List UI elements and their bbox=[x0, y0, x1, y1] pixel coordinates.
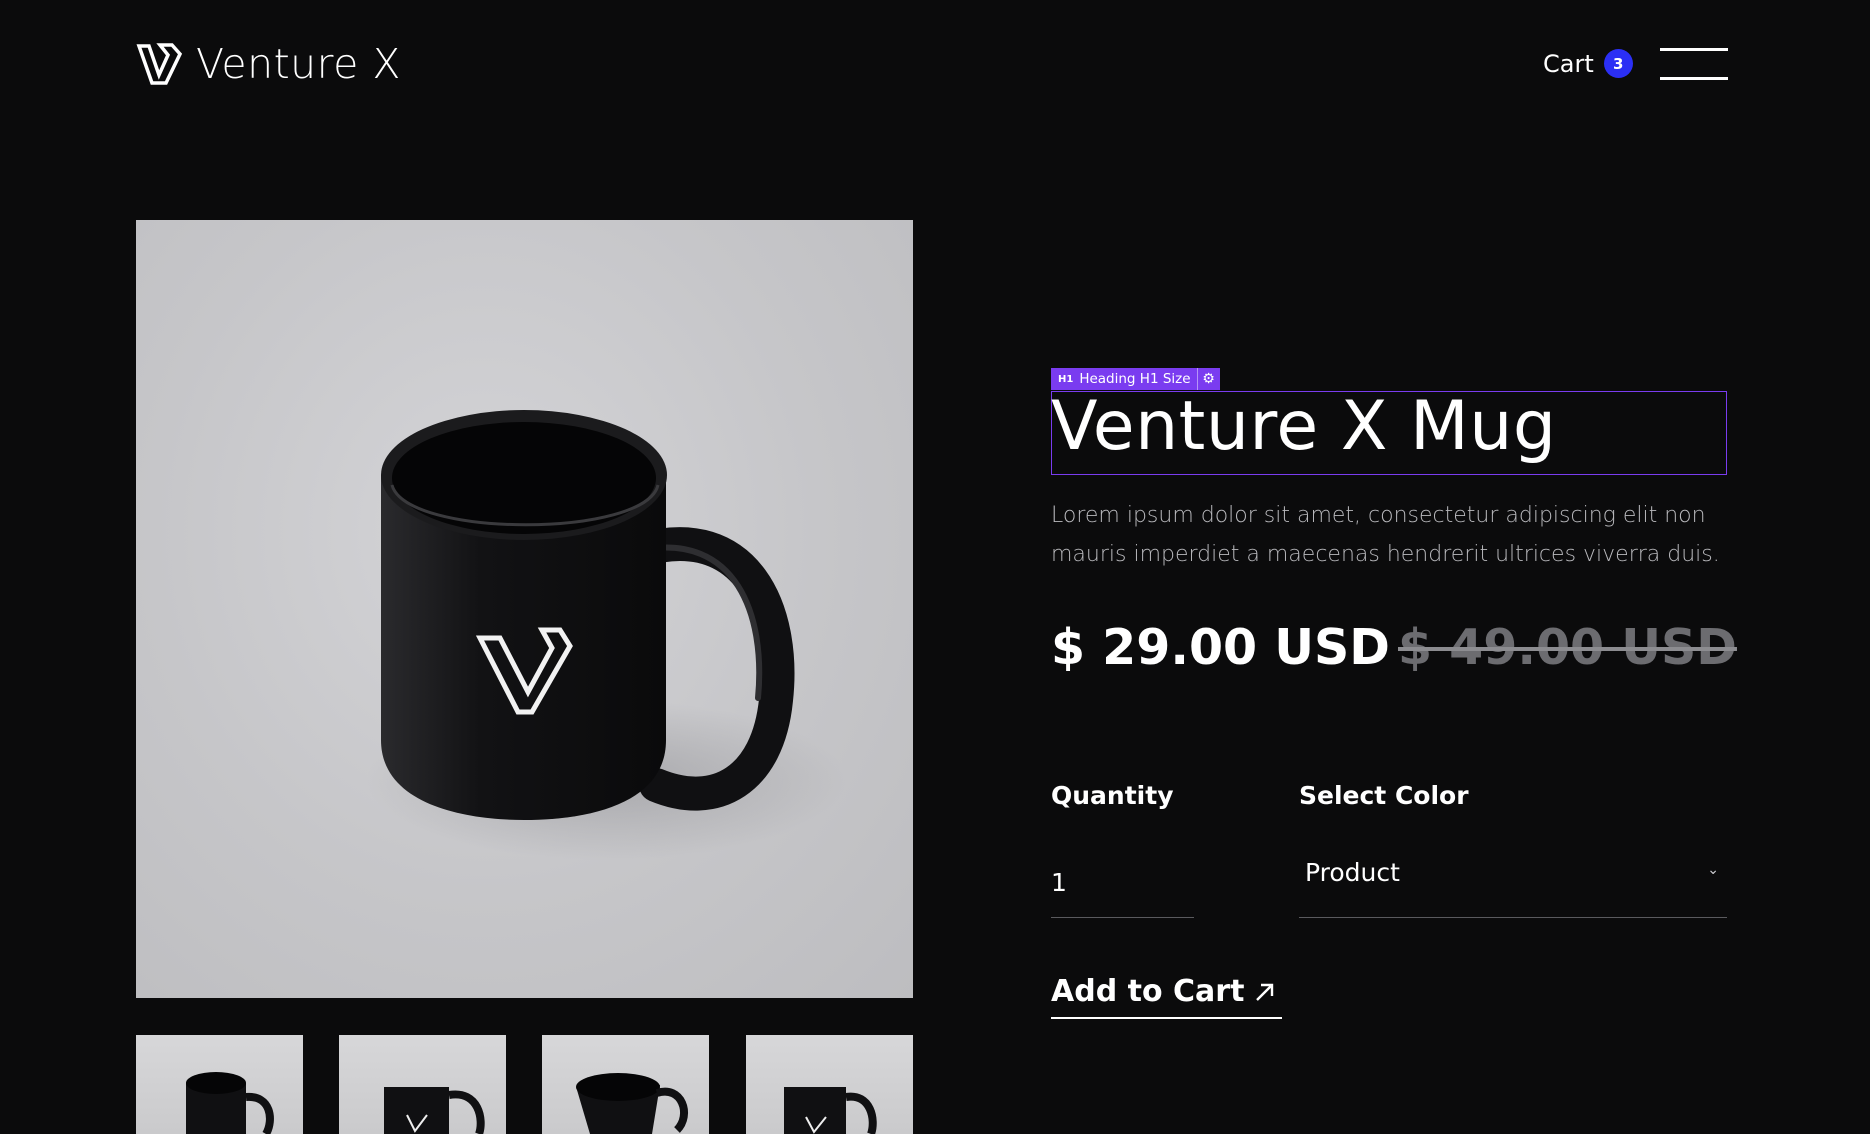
product-description: Lorem ipsum dolor sit amet, consectetur … bbox=[1051, 503, 1720, 567]
menu-line-top bbox=[1660, 48, 1728, 51]
color-select-value: Product bbox=[1305, 858, 1400, 887]
color-select[interactable]: Product ⌄ bbox=[1299, 848, 1727, 918]
product-old-price: $ 49.00 USD bbox=[1398, 619, 1737, 676]
chevron-down-icon: ⌄ bbox=[1707, 862, 1719, 878]
add-to-cart-label: Add to Cart bbox=[1051, 974, 1245, 1009]
thumbnail-4[interactable] bbox=[746, 1035, 913, 1134]
heading-tag-prefix: H1 bbox=[1058, 373, 1074, 385]
brand-logo[interactable]: Venture X bbox=[136, 40, 401, 88]
color-label: Select Color bbox=[1299, 781, 1469, 810]
product-price: $ 29.00 USD bbox=[1051, 619, 1390, 676]
thumbnail-3[interactable] bbox=[542, 1035, 709, 1134]
arrow-up-right-icon bbox=[1256, 983, 1274, 1001]
menu-line-bottom bbox=[1660, 77, 1728, 80]
thumbnail-strip bbox=[136, 1035, 913, 1134]
product-page: Venture X Cart 3 H1 Heading H1 Size ⚙ Ve… bbox=[0, 0, 1870, 1134]
cart-link[interactable]: Cart 3 bbox=[1543, 49, 1633, 78]
cart-count-badge: 3 bbox=[1603, 49, 1633, 78]
thumbnail-2[interactable] bbox=[339, 1035, 506, 1134]
venture-x-logo-icon bbox=[136, 43, 183, 85]
hamburger-menu-icon[interactable] bbox=[1660, 48, 1728, 80]
brand-name: Venture X bbox=[196, 40, 401, 88]
quantity-label: Quantity bbox=[1051, 781, 1174, 810]
quantity-input[interactable] bbox=[1051, 848, 1194, 918]
product-main-image bbox=[136, 220, 913, 998]
cart-label: Cart bbox=[1543, 49, 1594, 78]
mug-illustration bbox=[366, 410, 846, 860]
product-title[interactable]: Venture X Mug bbox=[1051, 387, 1556, 466]
add-to-cart-button[interactable]: Add to Cart bbox=[1051, 966, 1283, 1019]
heading-tag-label: Heading H1 Size bbox=[1079, 371, 1191, 387]
thumbnail-1[interactable] bbox=[136, 1035, 303, 1134]
